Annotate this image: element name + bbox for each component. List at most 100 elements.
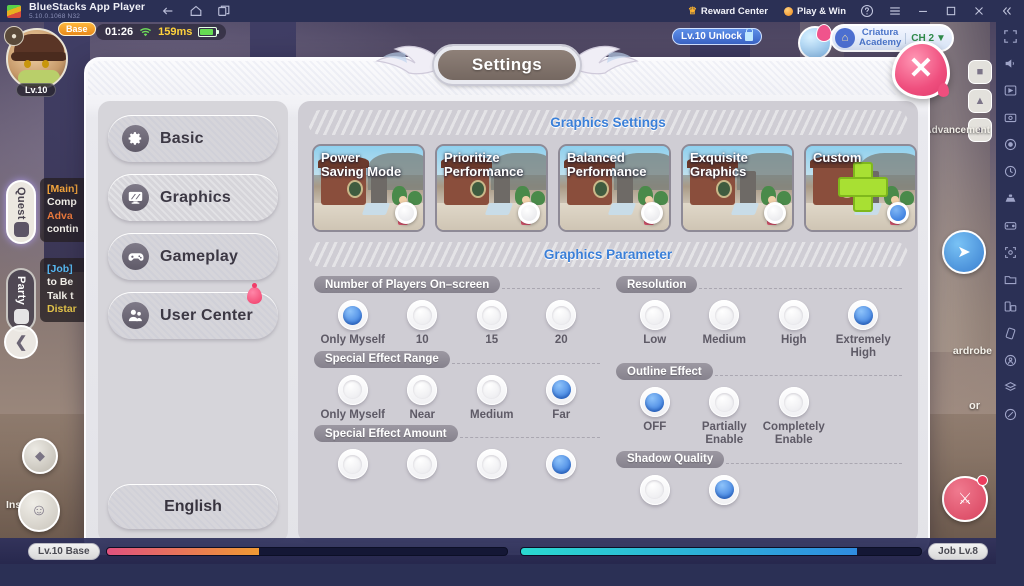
multi-instance-sync-icon[interactable] xyxy=(1002,190,1018,206)
unlock-chip[interactable]: Lv.10 Unlock xyxy=(672,28,762,45)
media-folder-icon[interactable] xyxy=(1002,271,1018,287)
option-label: Only Myself xyxy=(320,409,385,422)
volume-icon[interactable] xyxy=(1002,55,1018,71)
location-icon[interactable] xyxy=(1002,352,1018,368)
radio-button[interactable] xyxy=(779,300,809,330)
preset-radio[interactable] xyxy=(395,202,417,224)
forward-button[interactable]: ➤ xyxy=(942,230,986,274)
eco-mode-icon[interactable] xyxy=(1002,163,1018,179)
sidebar-item-basic[interactable]: Basic xyxy=(108,115,278,162)
bag-icon[interactable]: ■ xyxy=(968,60,992,84)
close-dialog-button[interactable]: ✕ xyxy=(892,41,950,99)
side-tab-quest[interactable]: Quest xyxy=(6,180,36,244)
radio-button[interactable] xyxy=(338,449,368,479)
option-2[interactable] xyxy=(690,475,760,505)
radio-button[interactable] xyxy=(546,375,576,405)
preset-radio[interactable] xyxy=(641,202,663,224)
side-tab-party[interactable]: Party xyxy=(6,268,36,332)
radio-button[interactable] xyxy=(338,375,368,405)
radio-button[interactable] xyxy=(709,387,739,417)
preset-card-custom[interactable]: Custom xyxy=(804,144,917,232)
option-completely-enable[interactable]: Completely Enable xyxy=(759,387,829,446)
option-high[interactable]: High xyxy=(759,300,829,359)
radio-button[interactable] xyxy=(407,375,437,405)
option-extremely-high[interactable]: Extremely High xyxy=(829,300,899,359)
option-medium[interactable]: Medium xyxy=(457,375,527,422)
collapse-quest-button[interactable]: ❮ xyxy=(4,325,38,359)
radio-button[interactable] xyxy=(709,475,739,505)
radio-button[interactable] xyxy=(848,300,878,330)
radio-button[interactable] xyxy=(546,300,576,330)
radio-button[interactable] xyxy=(477,375,507,405)
radio-button[interactable] xyxy=(407,300,437,330)
close-window-button[interactable] xyxy=(966,0,992,22)
option-partially-enable[interactable]: Partially Enable xyxy=(690,387,760,446)
divider xyxy=(726,463,902,464)
or-label: or xyxy=(969,400,980,412)
emote-button[interactable]: ☺ xyxy=(18,490,60,532)
shake-icon[interactable] xyxy=(1002,325,1018,341)
keymapping-icon[interactable] xyxy=(1002,82,1018,98)
fullscreen-icon[interactable] xyxy=(1002,28,1018,44)
option-2[interactable] xyxy=(388,449,458,479)
home-icon[interactable] xyxy=(189,4,203,18)
notification-orb[interactable] xyxy=(798,26,832,60)
option-3[interactable] xyxy=(457,449,527,479)
option-near[interactable]: Near xyxy=(388,375,458,422)
stats-button[interactable]: ◆ xyxy=(22,438,58,474)
option-only-myself[interactable]: Only Myself xyxy=(318,300,388,347)
settings-gear-icon[interactable] xyxy=(1002,406,1018,422)
option-20[interactable]: 20 xyxy=(527,300,597,347)
preset-card-balanced-performance[interactable]: Balanced Performance xyxy=(558,144,671,232)
preset-radio[interactable] xyxy=(518,202,540,224)
sidebar-item-graphics[interactable]: Graphics xyxy=(108,174,278,221)
help-button[interactable] xyxy=(854,0,880,22)
option-off[interactable]: OFF xyxy=(620,387,690,446)
map-icon[interactable]: ▲ xyxy=(968,89,992,113)
play-and-win-button[interactable]: Play & Win xyxy=(776,0,854,22)
maximize-button[interactable] xyxy=(938,0,964,22)
radio-button[interactable] xyxy=(477,300,507,330)
app-center-icon[interactable] xyxy=(1002,379,1018,395)
radio-button[interactable] xyxy=(338,300,368,330)
radio-button[interactable] xyxy=(779,387,809,417)
reward-center-button[interactable]: ♕ Reward Center xyxy=(680,0,776,22)
radio-button[interactable] xyxy=(407,449,437,479)
sidebar-item-gameplay[interactable]: Gameplay xyxy=(108,233,278,280)
radio-button[interactable] xyxy=(640,475,670,505)
record-icon[interactable] xyxy=(1002,136,1018,152)
option-far[interactable]: Far xyxy=(527,375,597,422)
screenshot-icon[interactable] xyxy=(1002,244,1018,260)
wifi-icon xyxy=(139,27,152,38)
minimize-button[interactable] xyxy=(910,0,936,22)
radio-button[interactable] xyxy=(640,387,670,417)
option-1[interactable] xyxy=(318,449,388,479)
option-low[interactable]: Low xyxy=(620,300,690,359)
radio-button[interactable] xyxy=(709,300,739,330)
preset-card-exquisite-graphics[interactable]: Exquisite Graphics xyxy=(681,144,794,232)
preset-radio[interactable] xyxy=(764,202,786,224)
rotate-icon[interactable] xyxy=(1002,298,1018,314)
radio-button[interactable] xyxy=(640,300,670,330)
back-arrow-icon[interactable] xyxy=(161,4,175,18)
option-15[interactable]: 15 xyxy=(457,300,527,347)
radio-button[interactable] xyxy=(477,449,507,479)
option-medium[interactable]: Medium xyxy=(690,300,760,359)
radio-button[interactable] xyxy=(546,449,576,479)
attack-button[interactable]: ⚔ xyxy=(942,476,988,522)
macro-recorder-icon[interactable] xyxy=(1002,109,1018,125)
sidebar-item-user-center[interactable]: User Center xyxy=(108,292,278,339)
preset-card-prioritize-performance[interactable]: Prioritize Performance xyxy=(435,144,548,232)
collapse-sidebar-button[interactable] xyxy=(994,0,1020,22)
menu-button[interactable] xyxy=(882,0,908,22)
game-controls-icon[interactable] xyxy=(1002,217,1018,233)
option-only-myself[interactable]: Only Myself xyxy=(318,375,388,422)
preset-card-power-saving[interactable]: Power Saving Mode xyxy=(312,144,425,232)
option-4[interactable] xyxy=(527,449,597,479)
language-button[interactable]: English xyxy=(108,484,278,529)
option-1[interactable] xyxy=(620,475,690,505)
option-10[interactable]: 10 xyxy=(388,300,458,347)
multi-instance-icon[interactable] xyxy=(217,4,231,18)
player-avatar[interactable]: ● Lv.10 xyxy=(6,28,68,90)
preset-radio[interactable] xyxy=(887,202,909,224)
